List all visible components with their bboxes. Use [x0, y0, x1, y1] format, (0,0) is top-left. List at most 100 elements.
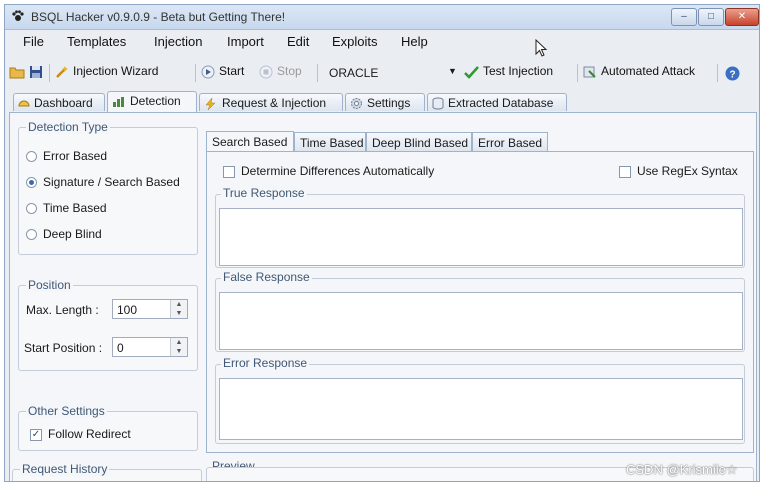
false-response-input[interactable]: [219, 292, 743, 350]
injection-wizard-button[interactable]: Injection Wizard: [55, 64, 158, 79]
max-length-stepper[interactable]: 100 ▲ ▼: [112, 299, 188, 319]
detection-content: Detection Type Error Based Signature / S…: [9, 112, 757, 481]
test-injection-label: Test Injection: [483, 64, 554, 78]
tab-settings[interactable]: Settings: [345, 93, 425, 111]
radio-time-based-label: Time Based: [43, 201, 107, 215]
search-based-panel: Determine Differences Automatically Use …: [206, 151, 754, 453]
error-response-label: Error Response: [221, 356, 310, 370]
menu-templates[interactable]: Templates: [67, 34, 126, 49]
subtab-deep-blind-based[interactable]: Deep Blind Based: [366, 132, 472, 151]
determine-differences-checkbox[interactable]: Determine Differences Automatically: [223, 164, 434, 178]
checkmark-icon: [464, 65, 479, 79]
position-label: Position: [26, 278, 73, 292]
radio-signature-label: Signature / Search Based: [43, 175, 180, 189]
maximize-button[interactable]: □: [698, 8, 724, 26]
determine-differences-label: Determine Differences Automatically: [241, 164, 435, 178]
max-length-value: 100: [117, 303, 138, 317]
lightning-icon: [205, 97, 216, 110]
help-icon[interactable]: ?: [725, 66, 740, 84]
checkbox-icon: [223, 165, 235, 178]
request-history-label: Request History: [20, 462, 110, 476]
start-position-value: 0: [117, 341, 124, 355]
subtab-error-based[interactable]: Error Based: [472, 132, 548, 151]
detection-icon: [113, 96, 124, 107]
tab-detection[interactable]: Detection: [107, 91, 197, 112]
radio-time-based[interactable]: Time Based: [26, 201, 107, 215]
stop-icon: [259, 65, 273, 79]
error-response-input[interactable]: [219, 378, 743, 440]
tab-settings-label: Settings: [367, 96, 411, 110]
test-injection-button[interactable]: Test Injection: [463, 64, 553, 79]
radio-dot: [26, 229, 37, 241]
true-response-label: True Response: [221, 186, 307, 200]
app-window: BSQL Hacker v0.9.0.9 - Beta but Getting …: [4, 4, 760, 482]
title-bar: BSQL Hacker v0.9.0.9 - Beta but Getting …: [5, 5, 759, 30]
radio-error-based-label: Error Based: [43, 149, 108, 163]
attack-icon: [583, 66, 596, 78]
tab-dashboard-label: Dashboard: [34, 96, 93, 110]
follow-redirect-label: Follow Redirect: [48, 427, 131, 441]
paw-icon: [11, 9, 25, 26]
radio-deep-blind-label: Deep Blind: [43, 227, 102, 241]
radio-signature-search-based[interactable]: Signature / Search Based: [26, 175, 180, 189]
follow-redirect-checkbox[interactable]: ✓ Follow Redirect: [30, 427, 131, 441]
automated-attack-button[interactable]: Automated Attack: [583, 64, 695, 79]
stepper-arrows-icon[interactable]: ▲ ▼: [170, 300, 187, 318]
open-folder-icon[interactable]: [9, 64, 29, 79]
save-icon[interactable]: [29, 64, 47, 79]
true-response-input[interactable]: [219, 208, 743, 266]
play-icon: [201, 65, 215, 79]
stepper-arrows-icon[interactable]: ▲ ▼: [170, 338, 187, 356]
database-select-value: ORACLE: [329, 66, 379, 80]
window-title: BSQL Hacker v0.9.0.9 - Beta but Getting …: [31, 10, 286, 24]
position-group: [18, 285, 198, 371]
other-settings-label: Other Settings: [26, 404, 107, 418]
gear-icon: [351, 98, 362, 110]
radio-error-based[interactable]: Error Based: [26, 149, 107, 163]
injection-wizard-label: Injection Wizard: [73, 64, 159, 78]
database-select[interactable]: ORACLE ▼: [323, 63, 463, 83]
mouse-cursor-icon: [535, 38, 549, 62]
main-tabs: Dashboard Detection Request & Injection …: [5, 90, 759, 112]
minimize-button[interactable]: ‒: [671, 8, 697, 26]
max-length-label: Max. Length :: [26, 303, 99, 317]
close-button[interactable]: ✕: [725, 8, 759, 26]
checkbox-icon: [619, 165, 631, 178]
menu-injection[interactable]: Injection: [154, 34, 202, 49]
stop-button[interactable]: Stop: [259, 64, 302, 79]
radio-dot-selected: [26, 177, 37, 189]
checkbox-checked-icon: ✓: [30, 428, 42, 441]
tab-extracted-database-label: Extracted Database: [448, 96, 554, 110]
tab-request-injection[interactable]: Request & Injection: [199, 93, 343, 111]
start-position-label: Start Position :: [24, 341, 103, 355]
dashboard-icon: [18, 100, 30, 107]
automated-attack-label: Automated Attack: [601, 64, 696, 78]
radio-deep-blind[interactable]: Deep Blind: [26, 227, 102, 241]
start-position-stepper[interactable]: 0 ▲ ▼: [112, 337, 188, 357]
tab-dashboard[interactable]: Dashboard: [13, 93, 105, 111]
subtab-search-based[interactable]: Search Based: [206, 131, 294, 151]
wand-icon: [56, 65, 68, 78]
menu-edit[interactable]: Edit: [287, 34, 309, 49]
dropdown-arrow-icon: ▼: [448, 66, 457, 76]
radio-dot: [26, 203, 37, 215]
start-button[interactable]: Start: [201, 64, 244, 79]
stop-label: Stop: [277, 64, 302, 78]
use-regex-checkbox[interactable]: Use RegEx Syntax: [619, 164, 738, 178]
subtab-time-based[interactable]: Time Based: [294, 132, 366, 151]
database-icon: [432, 97, 444, 110]
tab-request-injection-label: Request & Injection: [222, 96, 327, 110]
tab-detection-label: Detection: [130, 94, 181, 108]
detection-type-label: Detection Type: [26, 120, 110, 134]
watermark: CSDN @Krismile☆: [626, 462, 738, 477]
svg-text:?: ?: [729, 70, 735, 81]
menu-file[interactable]: File: [23, 34, 44, 49]
menu-help[interactable]: Help: [401, 34, 428, 49]
menu-exploits[interactable]: Exploits: [332, 34, 378, 49]
tab-extracted-database[interactable]: Extracted Database: [427, 93, 567, 111]
false-response-label: False Response: [221, 270, 312, 284]
start-label: Start: [219, 64, 245, 78]
use-regex-label: Use RegEx Syntax: [637, 164, 738, 178]
menu-import[interactable]: Import: [227, 34, 264, 49]
radio-dot: [26, 151, 37, 163]
